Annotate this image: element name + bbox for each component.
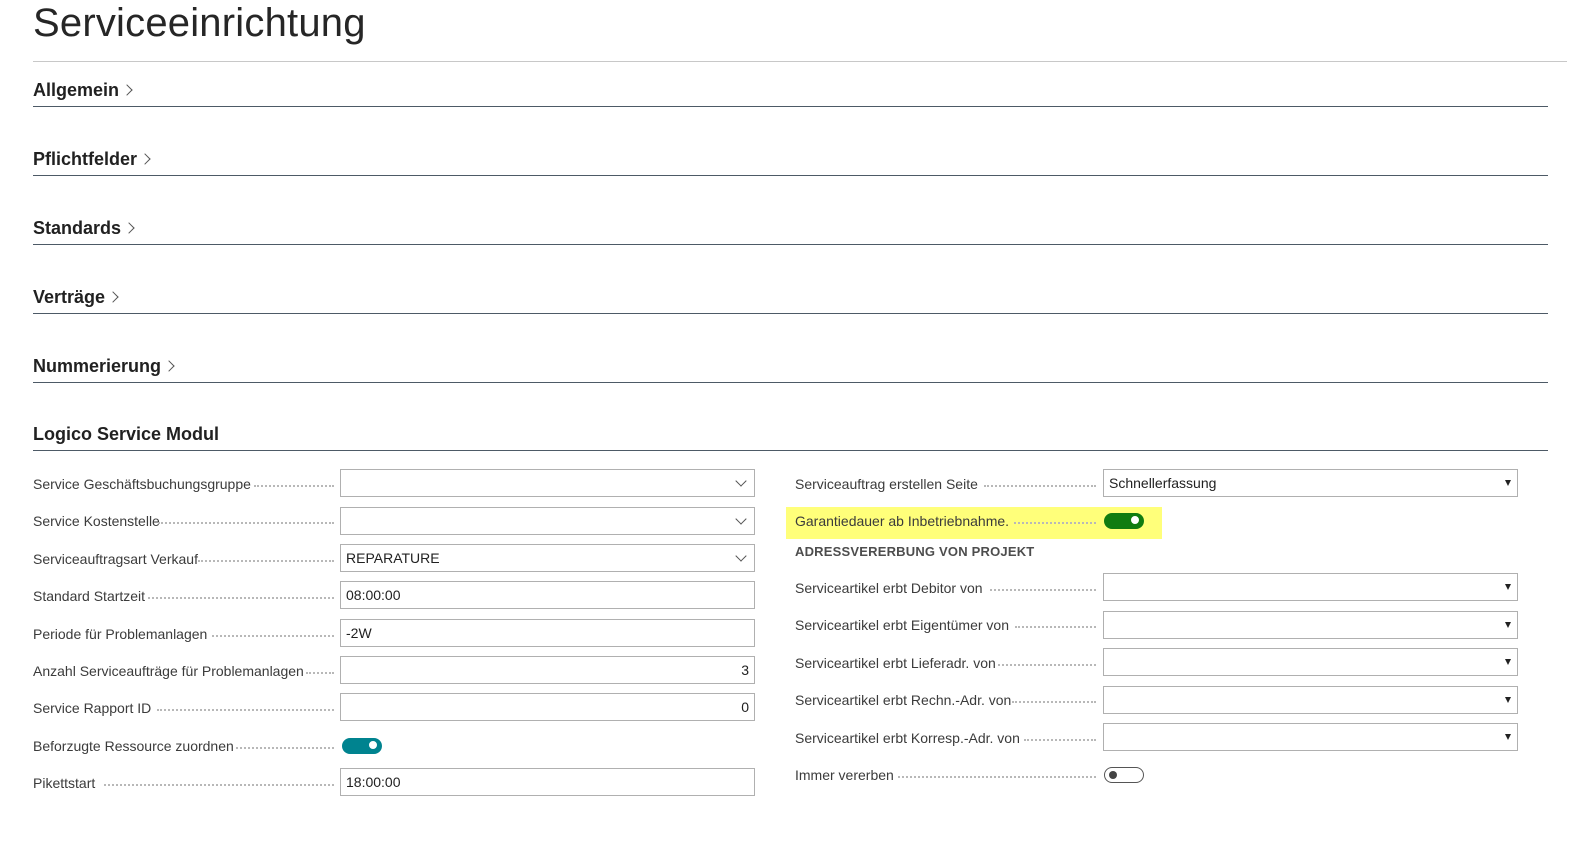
chevron-down-icon <box>735 475 747 487</box>
section-vertraege[interactable]: Verträge <box>33 273 1548 314</box>
leader-dots <box>898 775 1096 778</box>
leader-dots <box>306 671 334 674</box>
warranty-from-commissioning-toggle[interactable] <box>1104 513 1144 529</box>
standard-start-time-field[interactable]: 08:00:00 <box>340 581 755 609</box>
section-allgemein[interactable]: Allgemein <box>33 66 1548 107</box>
chevron-right-icon <box>139 153 151 165</box>
inherit-owner-select[interactable] <box>1103 611 1518 639</box>
problem-order-count-field[interactable]: 3 <box>340 656 755 684</box>
field-label: Service Rapport ID <box>33 700 152 716</box>
leader-dots <box>1015 625 1096 628</box>
field-label: Serviceartikel erbt Debitor von <box>795 580 983 596</box>
field-label: Serviceartikel erbt Korresp.-Adr. von <box>795 730 1020 746</box>
section-pflichtfelder[interactable]: Pflichtfelder <box>33 135 1548 176</box>
leader-dots <box>148 596 334 599</box>
toggle-knob <box>1109 770 1117 779</box>
toggle-knob <box>1131 516 1139 524</box>
service-order-type-select[interactable]: REPARATURE <box>340 544 755 572</box>
order-page-select[interactable]: Schnellerfassung <box>1103 469 1518 497</box>
title-divider <box>33 61 1567 62</box>
dropdown-arrow-icon <box>1505 584 1511 590</box>
dropdown-arrow-icon <box>1505 622 1511 628</box>
on-call-start-field[interactable]: 18:00:00 <box>340 768 755 796</box>
field-label: Garantiedauer ab Inbetriebnahme. <box>795 513 1010 529</box>
field-label: Beforzugte Ressource zuordnen <box>33 738 234 754</box>
field-label: Periode für Problemanlagen <box>33 626 208 642</box>
inherit-bill-to-select[interactable] <box>1103 686 1518 714</box>
leader-dots <box>158 521 334 524</box>
field-label: Serviceauftragsart Verkauf <box>33 551 198 567</box>
field-label: Serviceauftrag erstellen Seite <box>795 476 978 492</box>
field-label: Serviceartikel erbt Eigentümer von <box>795 617 1009 633</box>
section-label: Logico Service Modul <box>33 424 220 444</box>
chevron-right-icon <box>163 360 175 372</box>
section-label: Allgemein <box>33 80 133 101</box>
field-label: Serviceartikel erbt Lieferadr. von <box>795 655 996 671</box>
chevron-down-icon <box>735 513 747 525</box>
field-label: Pikettstart <box>33 775 96 791</box>
leader-dots <box>157 708 334 711</box>
leader-dots <box>198 559 334 562</box>
chevron-right-icon <box>121 84 133 96</box>
leader-dots <box>1014 521 1096 524</box>
service-cost-center-select[interactable] <box>340 507 755 535</box>
problem-period-field[interactable]: -2W <box>340 619 755 647</box>
inherit-correspondence-select[interactable] <box>1103 723 1518 751</box>
always-inherit-toggle[interactable] <box>1104 767 1144 783</box>
leader-dots <box>1024 738 1096 741</box>
leader-dots <box>998 663 1096 666</box>
chevron-right-icon <box>107 291 119 303</box>
preferred-resource-toggle[interactable] <box>342 738 382 754</box>
leader-dots <box>104 783 334 786</box>
chevron-right-icon <box>123 222 135 234</box>
section-label: Standards <box>33 218 135 239</box>
page-title: Serviceeinrichtung <box>33 1 366 45</box>
section-label: Pflichtfelder <box>33 149 151 170</box>
field-label: Service Kostenstelle <box>33 513 160 529</box>
leader-dots <box>236 746 334 749</box>
dropdown-arrow-icon <box>1505 697 1511 703</box>
section-nummerierung[interactable]: Nummerierung <box>33 342 1548 383</box>
field-label: Immer vererben <box>795 767 894 783</box>
field-label: Standard Startzeit <box>33 588 146 604</box>
inherit-customer-select[interactable] <box>1103 573 1518 601</box>
section-logico-service-modul[interactable]: Logico Service Modul <box>33 410 1548 451</box>
dropdown-arrow-icon <box>1505 659 1511 665</box>
section-standards[interactable]: Standards <box>33 204 1548 245</box>
dropdown-arrow-icon <box>1505 480 1511 486</box>
section-label: Verträge <box>33 287 119 308</box>
field-label: Anzahl Serviceaufträge für Problemanlage… <box>33 663 304 679</box>
field-label: Serviceartikel erbt Rechn.-Adr. von <box>795 692 1012 708</box>
leader-dots <box>254 484 334 487</box>
leader-dots <box>1012 700 1096 703</box>
service-report-id-field[interactable]: 0 <box>340 693 755 721</box>
leader-dots <box>984 484 1096 487</box>
leader-dots <box>212 634 334 637</box>
inherit-ship-to-select[interactable] <box>1103 648 1518 676</box>
dropdown-arrow-icon <box>1505 734 1511 740</box>
leader-dots <box>990 588 1096 591</box>
service-business-posting-group-select[interactable] <box>340 469 755 497</box>
section-label: Nummerierung <box>33 356 175 377</box>
chevron-down-icon <box>735 550 747 562</box>
toggle-knob <box>369 741 377 749</box>
field-label: Service Geschäftsbuchungsgruppe <box>33 476 251 492</box>
group-caption: ADRESSVERERBUNG VON PROJEKT <box>795 544 1035 559</box>
